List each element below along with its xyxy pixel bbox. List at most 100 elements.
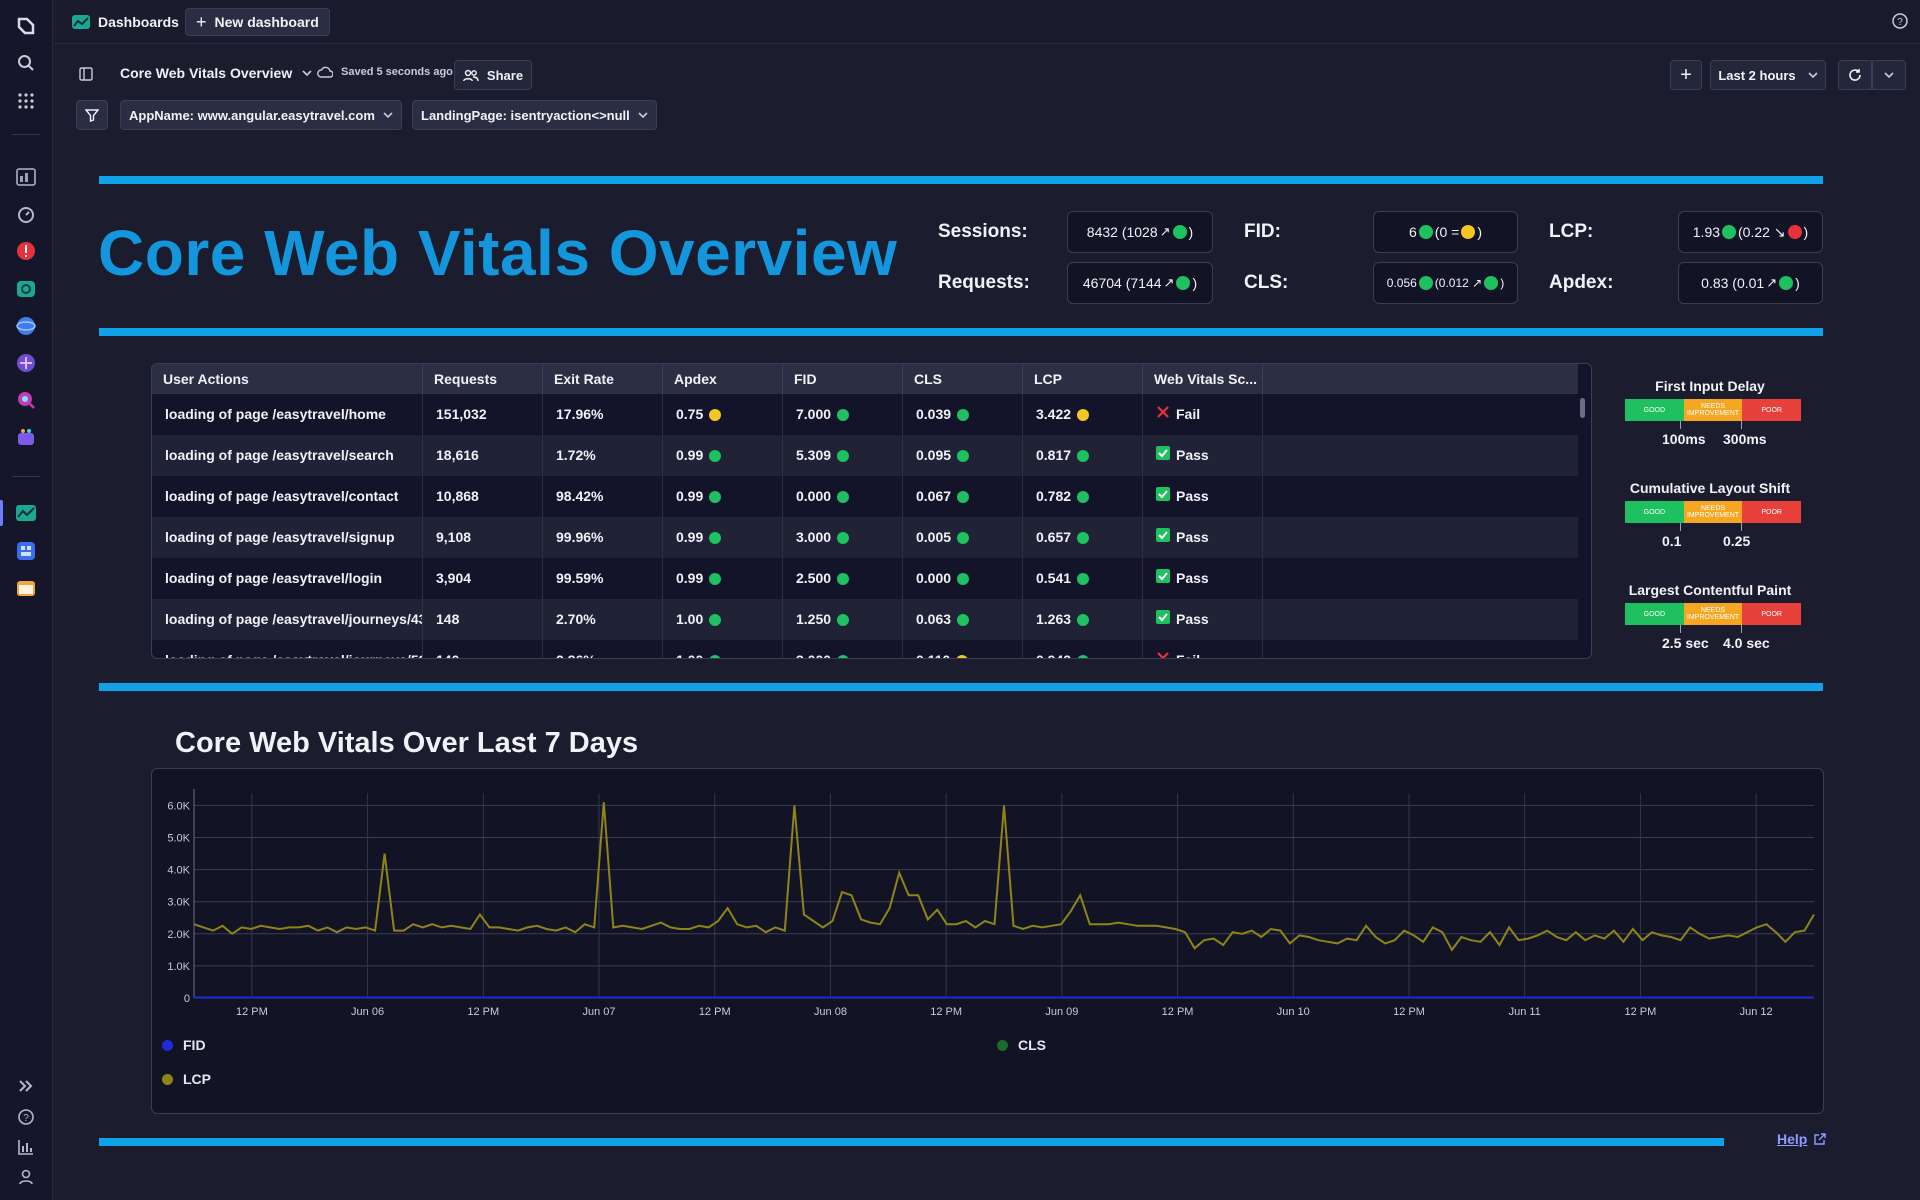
threshold-tick [1680,523,1681,531]
column-header[interactable]: LCP [1023,364,1143,394]
cell-value: Pass [1176,529,1209,545]
filter-chip-appname[interactable]: AppName: www.angular.easytravel.com [120,100,402,130]
dashboards-tab[interactable]: Dashboards [62,8,189,36]
cell-value: 0.99 [676,529,704,545]
dashboard-app-icon[interactable] [12,163,40,191]
search-icon[interactable] [12,49,40,77]
x-tick-label: 12 PM [1162,1006,1194,1018]
x-tick-label: 12 PM [1393,1006,1425,1018]
stopwatch-icon[interactable] [12,200,40,228]
help-circle-icon[interactable]: ? [12,1103,40,1131]
add-tile-button[interactable]: + [1670,60,1702,90]
dynatrace-logo-icon[interactable] [12,12,40,40]
y-tick-label: 2.0K [167,929,190,941]
threshold-title: First Input Delay [1655,378,1765,394]
dashboard-name-dropdown[interactable]: Core Web Vitals Overview [120,65,312,81]
status-dot-icon [709,654,722,658]
user-actions-table: User Actions Requests Exit Rate Apdex FI… [151,363,1592,659]
table-row[interactable]: loading of page /easytravel/journeys/593… [152,640,1578,658]
cell-value: 1.72% [556,447,596,463]
filter-chip-landingpage[interactable]: LandingPage: isentryaction<>null [412,100,657,130]
user-icon[interactable] [12,1163,40,1191]
cell-value: 7.000 [796,406,832,422]
share-button[interactable]: Share [454,60,532,90]
cell-value: 1.00 [676,640,703,658]
table-row[interactable]: loading of page /easytravel/home 151,032 1… [152,394,1578,435]
filter-button[interactable] [76,100,108,130]
sidebar-panel-toggle-icon[interactable] [79,67,93,86]
expand-sidebar-icon[interactable] [12,1072,40,1100]
cell-value: 9,108 [436,529,472,545]
usage-chart-icon[interactable] [12,1133,40,1161]
refresh-button[interactable] [1838,60,1872,90]
chevron-down-icon [302,70,312,76]
table-row[interactable]: loading of page /easytravel/contact 10,86… [152,476,1578,517]
column-header[interactable]: CLS [903,364,1023,394]
check-box-icon [1156,476,1170,517]
column-header[interactable]: Exit Rate [543,364,663,394]
frontend-app-icon[interactable] [12,349,40,377]
table-row[interactable]: loading of page /easytravel/search 18,616… [152,435,1578,476]
status-dot-icon [1418,225,1433,239]
cell-value: 0.095 [916,447,952,463]
table-scrollbar[interactable] [1580,398,1585,418]
table-cell: 2.500 [783,558,903,599]
dashboards-classic-icon[interactable] [12,499,40,527]
session-replay-icon[interactable] [12,386,40,414]
table-cell: 0.067 [903,476,1023,517]
apps-grid-icon[interactable] [12,87,40,115]
top-bar: Dashboards + New dashboard ? [54,0,1920,44]
series-line-lcp [193,802,1815,952]
table-row[interactable]: loading of page /easytravel/journeys/431… [152,599,1578,640]
table-cell: 99.96% [543,517,663,558]
cell-value: loading of page /easytravel/journeys/593… [165,640,422,658]
table-cell: 9,108 [423,517,543,558]
legend-item-fid[interactable]: FID [162,1037,206,1053]
svg-text:?: ? [23,1113,29,1124]
table-row[interactable]: loading of page /easytravel/login 3,904 99… [152,558,1578,599]
status-dot-icon [709,408,722,421]
cell-value: 0.541 [1036,570,1072,586]
table-cell: Pass [1143,476,1263,517]
table-cell: 2.86% [543,640,663,658]
legend-item-cls[interactable]: CLS [997,1037,1046,1053]
apdex-label: Apdex: [1549,272,1614,293]
services-app-icon[interactable] [12,275,40,303]
help-link[interactable]: Help [1777,1131,1827,1147]
column-header[interactable]: FID [783,364,903,394]
status-dot-icon [837,654,850,658]
column-header[interactable]: Apdex [663,364,783,394]
table-cell: 0.000 [783,476,903,517]
column-header[interactable]: User Actions [152,364,423,394]
table-cell: 0.782 [1023,476,1143,517]
column-header[interactable]: Web Vitals Sc... [1143,364,1263,394]
table-cell: 0.942 [1023,640,1143,658]
cls-value: 0.056 [1386,276,1417,290]
threshold-tick [1741,625,1742,633]
status-dot-icon [1787,225,1802,239]
status-dot-icon [709,531,722,544]
cell-value: 0.000 [796,488,832,504]
refresh-options-dropdown[interactable] [1872,60,1906,90]
infrastructure-app-icon[interactable] [12,312,40,340]
cell-value: 98.42% [556,488,604,504]
chevron-down-icon [1884,72,1894,78]
divider-bar [99,176,1823,184]
column-header[interactable]: Requests [423,364,543,394]
x-tick-label: Jun 09 [1045,1006,1078,1018]
new-dashboard-button[interactable]: + New dashboard [185,8,330,36]
help-question-icon[interactable]: ? [1892,13,1908,34]
extensions-app-icon[interactable] [12,423,40,451]
status-dot-icon [837,531,850,544]
check-box-icon [1156,599,1170,640]
timeframe-selector[interactable]: Last 2 hours [1710,60,1826,90]
table-row[interactable]: loading of page /easytravel/signup 9,108 9… [152,517,1578,558]
legend-item-lcp[interactable]: LCP [162,1071,211,1087]
notebooks-app-icon[interactable] [12,574,40,602]
status-dot-icon [1077,531,1090,544]
dashboards-app-icon[interactable] [12,537,40,565]
problems-icon[interactable] [12,237,40,265]
requests-kpi: 46704 (7144 ↗) [1067,262,1213,304]
external-link-icon [1814,1132,1827,1145]
cell-value: 148 [436,611,460,627]
